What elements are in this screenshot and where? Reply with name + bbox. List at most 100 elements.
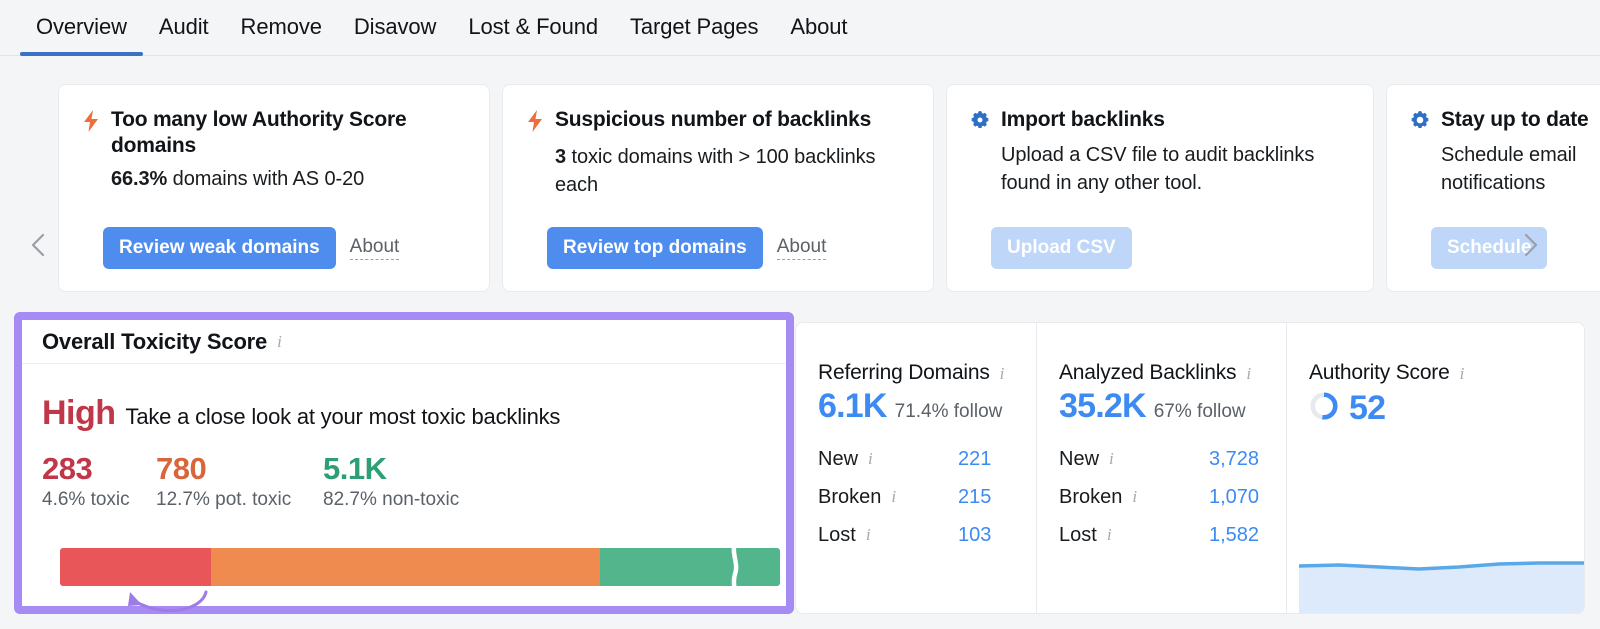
bar-segment-non-toxic bbox=[599, 548, 780, 586]
info-icon[interactable]: i bbox=[868, 449, 873, 469]
metric-row-new: New i 221 bbox=[818, 440, 1036, 478]
row-label: Broken bbox=[818, 485, 882, 508]
metric-row-lost: Lost i 1,582 bbox=[1059, 516, 1286, 554]
metric-row-lost: Lost i 103 bbox=[818, 516, 1036, 554]
metric-rows: New i 221 Broken i 215 Lost i 103 bbox=[818, 440, 1036, 554]
tab-label: Target Pages bbox=[629, 14, 759, 39]
card-actions: Review weak domains About bbox=[103, 227, 400, 269]
tab-overview[interactable]: Overview bbox=[20, 0, 143, 56]
row-value[interactable]: 221 bbox=[958, 448, 991, 471]
insight-card-stay-up-to-date[interactable]: Stay up to date Schedule email notificat… bbox=[1386, 84, 1600, 292]
tab-label: Overview bbox=[36, 14, 127, 39]
card-description: 66.3% domains with AS 0-20 bbox=[111, 166, 465, 194]
about-link[interactable]: About bbox=[776, 236, 827, 260]
row-value[interactable]: 3,728 bbox=[1209, 448, 1259, 471]
insight-card-suspicious-backlinks[interactable]: Suspicious number of backlinks 3 toxic d… bbox=[502, 84, 934, 292]
metric-row-new: New i 3,728 bbox=[1059, 440, 1286, 478]
metric-column-authority-score: Authority Score i 52 bbox=[1286, 323, 1584, 613]
card-actions: Upload CSV bbox=[991, 227, 1132, 269]
card-actions: Review top domains About bbox=[547, 227, 827, 269]
toxicity-message: Take a close look at your most toxic bac… bbox=[125, 404, 561, 429]
info-icon[interactable]: i bbox=[891, 487, 896, 507]
info-icon[interactable]: i bbox=[1132, 487, 1137, 507]
card-title: Stay up to date bbox=[1441, 108, 1589, 131]
info-icon[interactable]: i bbox=[1000, 364, 1005, 384]
metric-title: Referring Domains i bbox=[818, 361, 1036, 385]
tab-label: Audit bbox=[158, 14, 209, 39]
chevron-right-icon bbox=[1513, 228, 1547, 262]
tab-audit[interactable]: Audit bbox=[143, 0, 225, 56]
stat-label: 82.7% non-toxic bbox=[323, 489, 460, 510]
info-icon[interactable]: i bbox=[1460, 364, 1465, 384]
info-icon[interactable]: i bbox=[1246, 364, 1251, 384]
row-value[interactable]: 103 bbox=[958, 524, 991, 547]
card-description-strong: 3 bbox=[555, 146, 567, 168]
metric-subvalue: 67% follow bbox=[1153, 401, 1246, 422]
card-description-rest: domains with AS 0-20 bbox=[167, 167, 365, 190]
metric-headline: 35.2K 67% follow bbox=[1059, 387, 1286, 426]
carousel-prev-button[interactable] bbox=[22, 228, 56, 262]
chevron-left-icon bbox=[22, 228, 56, 262]
metric-title: Authority Score i bbox=[1309, 361, 1584, 385]
metric-row-broken: Broken i 1,070 bbox=[1059, 478, 1286, 516]
card-description: Schedule email notifications bbox=[1441, 142, 1600, 197]
card-description-rest: Schedule email notifications bbox=[1441, 144, 1577, 194]
row-label: Lost bbox=[1059, 523, 1097, 546]
tab-target-pages[interactable]: Target Pages bbox=[614, 0, 774, 56]
toxicity-panel-inner: Overall Toxicity Score i High Take a clo… bbox=[22, 320, 786, 613]
metric-title-text: Analyzed Backlinks bbox=[1059, 361, 1237, 384]
row-label: New bbox=[1059, 447, 1100, 470]
review-top-domains-button[interactable]: Review top domains bbox=[547, 227, 763, 269]
card-header: Too many low Authority Score domains bbox=[81, 107, 465, 160]
toxicity-level: High bbox=[42, 394, 116, 432]
tab-disavow[interactable]: Disavow bbox=[338, 0, 452, 56]
authority-score-headline: 52 bbox=[1309, 389, 1584, 428]
area-sparkline bbox=[1298, 557, 1584, 613]
toxicity-stats: 283 4.6% toxic 780 12.7% pot. toxic 5.1K… bbox=[42, 451, 766, 511]
insight-card-import-backlinks[interactable]: Import backlinks Upload a CSV file to au… bbox=[946, 84, 1374, 292]
insight-card-low-authority[interactable]: Too many low Authority Score domains 66.… bbox=[58, 84, 490, 292]
toxicity-panel-body: High Take a close look at your most toxi… bbox=[22, 364, 786, 511]
stat-toxic: 283 4.6% toxic bbox=[42, 451, 156, 511]
card-description-strong: 66.3% bbox=[111, 167, 168, 190]
metric-title-text: Referring Domains bbox=[818, 361, 990, 384]
card-title: Too many low Authority Score domains bbox=[111, 108, 407, 158]
carousel-next-button[interactable] bbox=[1513, 228, 1547, 262]
metric-column-analyzed-backlinks: Analyzed Backlinks i 35.2K 67% follow New… bbox=[1036, 323, 1286, 613]
tab-label: Lost & Found bbox=[468, 14, 598, 39]
info-icon[interactable]: i bbox=[1109, 449, 1114, 469]
tab-label: About bbox=[790, 14, 848, 39]
tab-remove[interactable]: Remove bbox=[225, 0, 338, 56]
card-title: Suspicious number of backlinks bbox=[555, 108, 872, 131]
card-header: Suspicious number of backlinks bbox=[525, 107, 909, 138]
row-label: New bbox=[818, 447, 859, 470]
metric-title-text: Authority Score bbox=[1309, 361, 1450, 384]
row-label: Lost bbox=[818, 523, 856, 546]
metric-value: 6.1K bbox=[818, 387, 887, 425]
upload-csv-button[interactable]: Upload CSV bbox=[991, 227, 1132, 269]
stat-label: 12.7% pot. toxic bbox=[156, 489, 292, 510]
bottom-row: Overall Toxicity Score i High Take a clo… bbox=[0, 306, 1600, 621]
row-value[interactable]: 1,582 bbox=[1209, 524, 1259, 547]
info-icon[interactable]: i bbox=[1107, 525, 1112, 545]
tab-lost-and-found[interactable]: Lost & Found bbox=[452, 0, 614, 56]
toxicity-stacked-bar bbox=[60, 548, 780, 586]
about-link[interactable]: About bbox=[349, 236, 400, 260]
metric-value: 35.2K bbox=[1059, 387, 1147, 425]
row-value[interactable]: 215 bbox=[958, 486, 991, 509]
donut-progress-icon bbox=[1309, 391, 1339, 426]
tab-bar: Overview Audit Remove Disavow Lost & Fou… bbox=[0, 0, 1600, 56]
info-icon[interactable]: i bbox=[866, 525, 871, 545]
tab-about[interactable]: About bbox=[774, 0, 863, 56]
bolt-icon bbox=[525, 109, 545, 138]
review-weak-domains-button[interactable]: Review weak domains bbox=[103, 227, 336, 269]
card-description-rest: toxic domains with > 100 backlinks each bbox=[555, 146, 876, 196]
tab-label: Remove bbox=[240, 14, 322, 39]
metric-title: Analyzed Backlinks i bbox=[1059, 361, 1286, 385]
row-label: Broken bbox=[1059, 485, 1123, 508]
card-description: Upload a CSV file to audit backlinks fou… bbox=[1001, 142, 1349, 197]
gear-icon bbox=[1409, 109, 1431, 136]
info-icon[interactable]: i bbox=[277, 332, 282, 352]
bar-segment-toxic bbox=[60, 548, 212, 586]
row-value[interactable]: 1,070 bbox=[1209, 486, 1259, 509]
